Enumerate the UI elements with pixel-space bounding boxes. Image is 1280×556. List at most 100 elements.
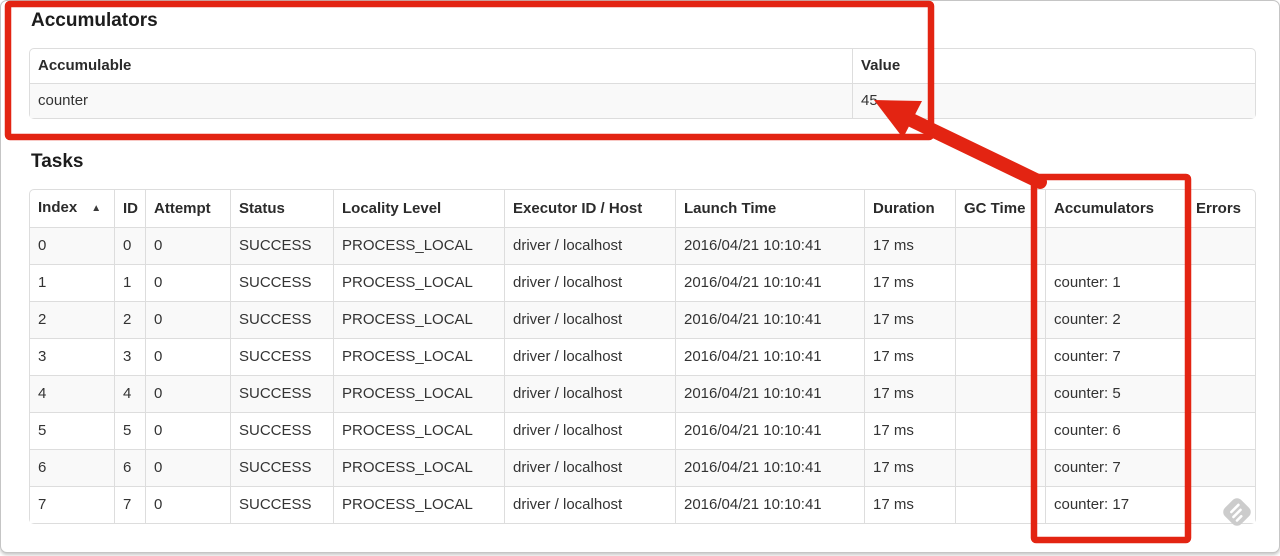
column-header-id[interactable]: ID (114, 190, 145, 227)
cell-locality: PROCESS_LOCAL (333, 264, 504, 301)
cell-locality: PROCESS_LOCAL (333, 449, 504, 486)
column-header-launch-time[interactable]: Launch Time (675, 190, 864, 227)
accumulators-header-row: Accumulable Value (30, 49, 1255, 83)
cell-errors (1187, 412, 1255, 449)
cell-accumulators (1045, 227, 1187, 264)
accumulable-name-cell: counter (30, 83, 852, 118)
cell-executor: driver / localhost (504, 301, 675, 338)
column-header-status[interactable]: Status (230, 190, 333, 227)
cell-gc-time (955, 227, 1045, 264)
cell-index: 6 (30, 449, 114, 486)
cell-executor: driver / localhost (504, 412, 675, 449)
cell-locality: PROCESS_LOCAL (333, 227, 504, 264)
cell-attempt: 0 (145, 264, 230, 301)
cell-locality: PROCESS_LOCAL (333, 486, 504, 523)
cell-errors (1187, 449, 1255, 486)
cell-executor: driver / localhost (504, 486, 675, 523)
column-header-errors[interactable]: Errors (1187, 190, 1255, 227)
cell-locality: PROCESS_LOCAL (333, 338, 504, 375)
screenshot-frame: Accumulators Accumulable Value counter 4… (0, 0, 1280, 553)
column-header-accumulable[interactable]: Accumulable (30, 49, 852, 83)
cell-id: 2 (114, 301, 145, 338)
accumulators-table: Accumulable Value counter 45 (29, 48, 1256, 119)
cell-gc-time (955, 301, 1045, 338)
accumulators-section-title: Accumulators (31, 10, 158, 31)
cell-accumulators: counter: 7 (1045, 338, 1187, 375)
cell-status: SUCCESS (230, 486, 333, 523)
cell-duration: 17 ms (864, 486, 955, 523)
cell-executor: driver / localhost (504, 375, 675, 412)
sort-ascending-icon: ▲ (91, 203, 102, 214)
cell-duration: 17 ms (864, 227, 955, 264)
cell-index: 3 (30, 338, 114, 375)
column-header-attempt[interactable]: Attempt (145, 190, 230, 227)
cell-accumulators: counter: 1 (1045, 264, 1187, 301)
cell-errors (1187, 264, 1255, 301)
cell-duration: 17 ms (864, 264, 955, 301)
cell-launch-time: 2016/04/21 10:10:41 (675, 449, 864, 486)
cell-status: SUCCESS (230, 375, 333, 412)
table-row: 0 0 0 SUCCESS PROCESS_LOCAL driver / loc… (30, 227, 1255, 264)
cell-duration: 17 ms (864, 301, 955, 338)
cell-index: 4 (30, 375, 114, 412)
cell-duration: 17 ms (864, 449, 955, 486)
cell-errors (1187, 301, 1255, 338)
cell-index: 0 (30, 227, 114, 264)
column-header-executor-id-host[interactable]: Executor ID / Host (504, 190, 675, 227)
cell-id: 3 (114, 338, 145, 375)
cell-duration: 17 ms (864, 412, 955, 449)
cell-duration: 17 ms (864, 375, 955, 412)
cell-id: 6 (114, 449, 145, 486)
cell-attempt: 0 (145, 486, 230, 523)
accumulable-value-cell: 45 (852, 83, 1255, 118)
cell-gc-time (955, 412, 1045, 449)
cell-id: 4 (114, 375, 145, 412)
column-header-index[interactable]: Index ▲ (30, 190, 114, 227)
tasks-section-title: Tasks (31, 151, 84, 172)
cell-index: 2 (30, 301, 114, 338)
column-header-duration[interactable]: Duration (864, 190, 955, 227)
column-header-accumulators[interactable]: Accumulators (1045, 190, 1187, 227)
cell-status: SUCCESS (230, 449, 333, 486)
table-row: 7 7 0 SUCCESS PROCESS_LOCAL driver / loc… (30, 486, 1255, 523)
cell-launch-time: 2016/04/21 10:10:41 (675, 227, 864, 264)
cell-launch-time: 2016/04/21 10:10:41 (675, 375, 864, 412)
cell-status: SUCCESS (230, 338, 333, 375)
tasks-header-row: Index ▲ ID Attempt Status Locality Level … (30, 190, 1255, 227)
cell-attempt: 0 (145, 412, 230, 449)
table-row: counter 45 (30, 83, 1255, 118)
cell-accumulators: counter: 2 (1045, 301, 1187, 338)
cell-id: 1 (114, 264, 145, 301)
cell-attempt: 0 (145, 375, 230, 412)
column-header-locality-level[interactable]: Locality Level (333, 190, 504, 227)
cell-locality: PROCESS_LOCAL (333, 375, 504, 412)
cell-errors (1187, 227, 1255, 264)
cell-executor: driver / localhost (504, 449, 675, 486)
table-row: 5 5 0 SUCCESS PROCESS_LOCAL driver / loc… (30, 412, 1255, 449)
tasks-table: Index ▲ ID Attempt Status Locality Level … (29, 189, 1256, 524)
cell-launch-time: 2016/04/21 10:10:41 (675, 264, 864, 301)
cell-status: SUCCESS (230, 264, 333, 301)
cell-gc-time (955, 486, 1045, 523)
cell-attempt: 0 (145, 449, 230, 486)
cell-executor: driver / localhost (504, 338, 675, 375)
cell-locality: PROCESS_LOCAL (333, 412, 504, 449)
cell-launch-time: 2016/04/21 10:10:41 (675, 338, 864, 375)
cell-launch-time: 2016/04/21 10:10:41 (675, 486, 864, 523)
cell-status: SUCCESS (230, 412, 333, 449)
cell-attempt: 0 (145, 227, 230, 264)
cell-gc-time (955, 338, 1045, 375)
table-row: 3 3 0 SUCCESS PROCESS_LOCAL driver / loc… (30, 338, 1255, 375)
table-row: 6 6 0 SUCCESS PROCESS_LOCAL driver / loc… (30, 449, 1255, 486)
cell-locality: PROCESS_LOCAL (333, 301, 504, 338)
column-header-gc-time[interactable]: GC Time (955, 190, 1045, 227)
cell-errors (1187, 375, 1255, 412)
cell-index: 1 (30, 264, 114, 301)
cell-accumulators: counter: 17 (1045, 486, 1187, 523)
cell-attempt: 0 (145, 338, 230, 375)
cell-launch-time: 2016/04/21 10:10:41 (675, 412, 864, 449)
cell-errors (1187, 486, 1255, 523)
cell-duration: 17 ms (864, 338, 955, 375)
column-header-value[interactable]: Value (852, 49, 1255, 83)
cell-executor: driver / localhost (504, 227, 675, 264)
